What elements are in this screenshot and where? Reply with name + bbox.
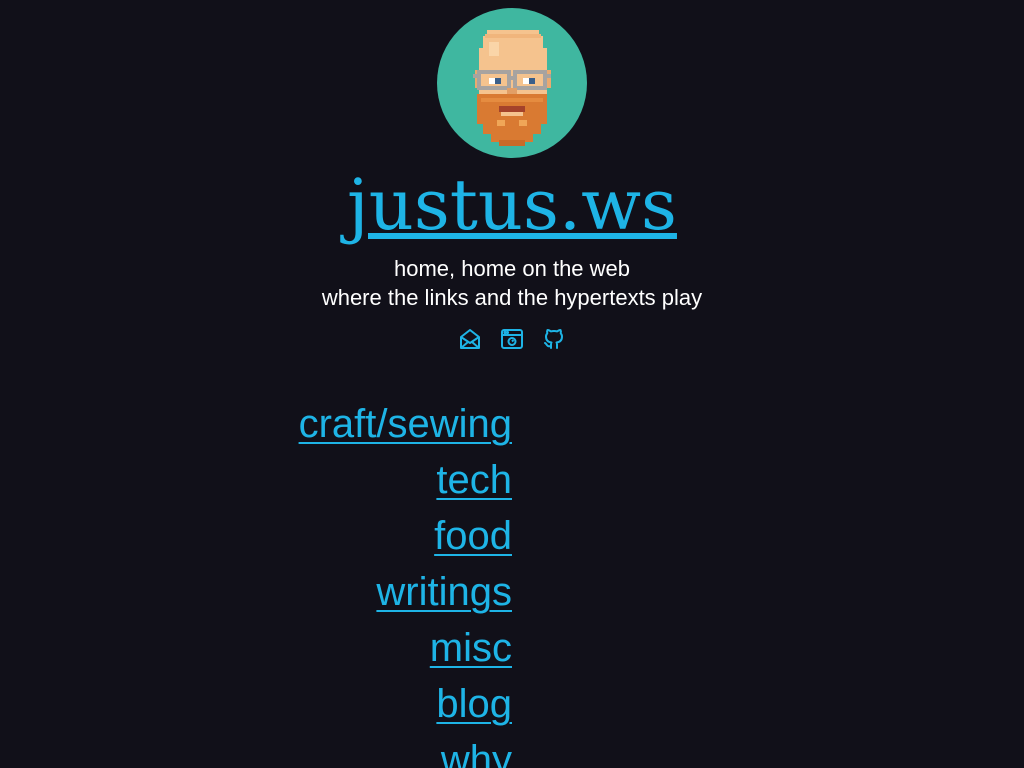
site-title-link[interactable]: justus.ws — [347, 164, 677, 246]
mail-icon[interactable] — [458, 327, 482, 351]
tagline-line-1: home, home on the web — [393, 256, 631, 281]
list-item: craft/sewing — [0, 396, 512, 452]
nav-link-craft-sewing[interactable]: craft/sewing — [299, 402, 512, 446]
nav-link-food[interactable]: food — [434, 514, 512, 558]
social-icons — [0, 327, 1024, 351]
tagline-line-2: where the links and the hypertexts play — [321, 285, 703, 310]
list-item: writings — [0, 564, 512, 620]
nav-list: craft/sewing tech food writings misc blo… — [0, 396, 512, 768]
list-item: why — [0, 732, 512, 768]
list-item: food — [0, 508, 512, 564]
list-item: tech — [0, 452, 512, 508]
nav-link-blog[interactable]: blog — [436, 682, 512, 726]
page: justus.ws home, home on the web where th… — [0, 0, 1024, 768]
site-title: justus.ws — [0, 160, 1024, 250]
nav-link-writings[interactable]: writings — [376, 570, 512, 614]
pixel-portrait-image — [473, 30, 551, 146]
nav-link-why[interactable]: why — [441, 738, 512, 768]
nav-link-misc[interactable]: misc — [430, 626, 512, 670]
browser-icon[interactable] — [500, 327, 524, 351]
github-icon[interactable] — [542, 327, 566, 351]
nav-link-tech[interactable]: tech — [436, 458, 512, 502]
avatar — [437, 8, 587, 158]
list-item: misc — [0, 620, 512, 676]
list-item: blog — [0, 676, 512, 732]
